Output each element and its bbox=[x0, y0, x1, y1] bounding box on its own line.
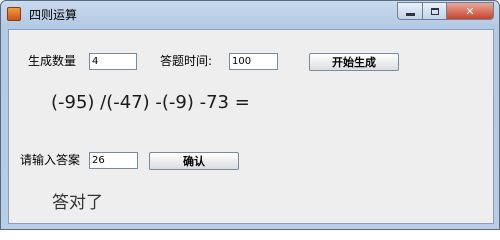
main-panel: 生成数量 答题时间: 开始生成 (-95) /(-47) -(-9) -73 =… bbox=[8, 29, 494, 224]
maximize-icon bbox=[430, 7, 439, 15]
count-label: 生成数量 bbox=[28, 54, 77, 68]
answer-input[interactable] bbox=[89, 152, 138, 169]
generate-button[interactable]: 开始生成 bbox=[309, 53, 399, 71]
minimize-button[interactable] bbox=[397, 2, 423, 20]
maximize-button[interactable] bbox=[422, 2, 447, 20]
title-bar[interactable]: 四则运算 ✕ bbox=[1, 1, 499, 27]
count-input[interactable] bbox=[89, 53, 137, 70]
app-window: 四则运算 ✕ 生成数量 答题时间: 开始生成 (-95) /(-47) -(-9… bbox=[0, 0, 500, 230]
result-text: 答对了 bbox=[52, 193, 103, 213]
confirm-button[interactable]: 确认 bbox=[149, 152, 239, 170]
answer-label: 请输入答案 bbox=[20, 153, 81, 167]
app-icon bbox=[7, 7, 21, 21]
close-button[interactable]: ✕ bbox=[446, 2, 494, 20]
close-icon: ✕ bbox=[465, 4, 475, 18]
window-title: 四则运算 bbox=[29, 8, 78, 22]
time-label: 答题时间: bbox=[160, 54, 213, 68]
question-expression: (-95) /(-47) -(-9) -73 = bbox=[51, 92, 250, 113]
minimize-icon bbox=[405, 12, 415, 16]
time-input[interactable] bbox=[229, 53, 278, 70]
